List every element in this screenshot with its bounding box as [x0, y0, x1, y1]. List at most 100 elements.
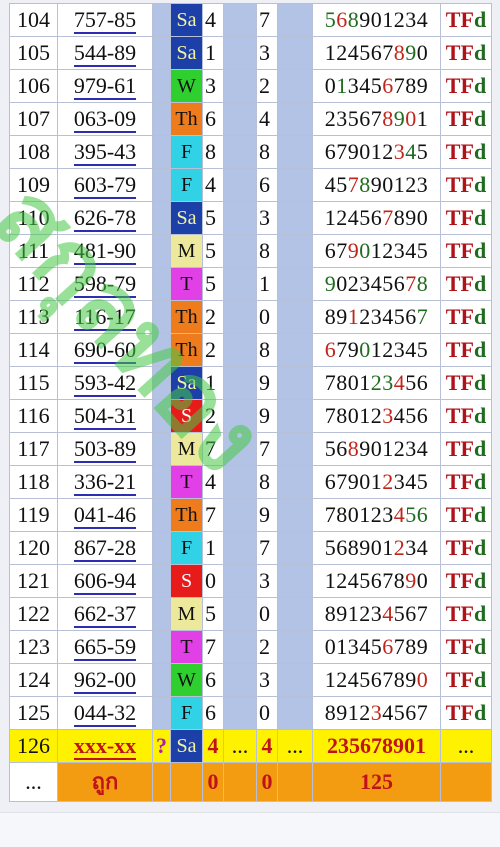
number-text[interactable]: 504-31	[73, 404, 137, 430]
sequence-part: 89	[324, 304, 348, 329]
result-tag: TFd	[440, 663, 492, 697]
digit-a: 3	[202, 69, 224, 103]
spacer-cell	[277, 597, 313, 631]
tag-text: TFd	[445, 469, 487, 494]
number-text[interactable]: 690-60	[73, 338, 137, 364]
number-text[interactable]: 544-89	[73, 41, 137, 67]
number-text[interactable]: 503-89	[73, 437, 137, 463]
number-text[interactable]: 116-17	[74, 305, 136, 331]
number-text[interactable]: 626-78	[73, 206, 137, 232]
number-text[interactable]: 979-61	[73, 74, 137, 100]
sequence-part: 345	[347, 73, 383, 98]
spacer-cell	[152, 135, 171, 169]
row-number: 124	[9, 663, 58, 697]
result-tag: TFd	[440, 36, 492, 70]
digit-sequence: 679012345	[312, 465, 441, 499]
spacer-cell	[223, 564, 257, 598]
sequence-part: 2	[370, 370, 383, 395]
spacer-cell	[223, 663, 257, 697]
number-link[interactable]: 044-32	[57, 696, 153, 730]
result-tag: TFd	[440, 366, 492, 400]
number-link[interactable]: 606-94	[57, 564, 153, 598]
result-tag: TFd	[440, 267, 492, 301]
digit-a: 6	[202, 102, 224, 136]
number-link[interactable]: 593-42	[57, 366, 153, 400]
number-text[interactable]: 603-79	[73, 173, 137, 199]
pending-number-link[interactable]: xxx-xx	[57, 729, 153, 763]
tag-text: TFd	[445, 40, 487, 65]
sequence-part: 3	[382, 370, 394, 395]
number-link[interactable]: 481-90	[57, 234, 153, 268]
digit-b: 2	[256, 630, 278, 664]
spacer-cell	[277, 399, 313, 433]
number-link[interactable]: 336-21	[57, 465, 153, 499]
digit-a: 4	[202, 168, 224, 202]
number-link[interactable]: 690-60	[57, 333, 153, 367]
lottery-table-frame: 104 757-85 Sa 4 7 568901234 TFd 105 544-89 Sa 1 3 12…	[9, 3, 492, 802]
digit-b: 3	[256, 663, 278, 697]
sequence-part: 456	[393, 403, 429, 428]
number-link[interactable]: 603-79	[57, 168, 153, 202]
digit-sequence: 568901234	[312, 3, 441, 37]
number-link[interactable]: 395-43	[57, 135, 153, 169]
number-text[interactable]: 598-79	[73, 272, 137, 298]
number-link[interactable]: 867-28	[57, 531, 153, 565]
tag-text: TFd	[445, 139, 487, 164]
number-text[interactable]: 662-37	[73, 602, 137, 628]
sequence-part: 12456	[324, 205, 383, 230]
spacer-cell	[152, 696, 171, 730]
pending-number[interactable]: xxx-xx	[73, 734, 137, 760]
number-link[interactable]: 504-31	[57, 399, 153, 433]
sequence-part: 9	[405, 40, 417, 65]
number-link[interactable]: 757-85	[57, 3, 153, 37]
sequence-part: 5	[324, 7, 337, 32]
number-link[interactable]: 116-17	[57, 300, 153, 334]
number-text[interactable]: 395-43	[73, 140, 137, 166]
spacer-cell	[277, 630, 313, 664]
number-text[interactable]: 044-32	[73, 701, 137, 727]
number-link[interactable]: 662-37	[57, 597, 153, 631]
row-number: 117	[9, 432, 58, 466]
number-text[interactable]: 665-59	[73, 635, 137, 661]
number-link[interactable]: 962-00	[57, 663, 153, 697]
number-link[interactable]: 626-78	[57, 201, 153, 235]
table-row: 117 503-89 M 7 7 568901234 TFd	[9, 432, 492, 466]
number-text[interactable]: 481-90	[73, 239, 137, 265]
digit-sequence: 013456789	[312, 69, 441, 103]
number-text[interactable]: 041-46	[73, 503, 137, 529]
number-link[interactable]: 041-46	[57, 498, 153, 532]
spacer-cell	[277, 498, 313, 532]
number-link[interactable]: 544-89	[57, 36, 153, 70]
number-link[interactable]: 598-79	[57, 267, 153, 301]
number-text[interactable]: 593-42	[73, 371, 137, 397]
spacer-cell	[223, 531, 257, 565]
number-link[interactable]: 063-09	[57, 102, 153, 136]
pending-row-group: 126 xxx-xx ? Sa 4 ... 4 ... 235678901 ..…	[9, 729, 492, 763]
digit-b: 9	[256, 399, 278, 433]
number-text[interactable]: 063-09	[73, 107, 137, 133]
number-link[interactable]: 503-89	[57, 432, 153, 466]
row-number: 113	[9, 300, 58, 334]
summary-b-count: 0	[256, 762, 278, 802]
sequence-part: 1	[347, 304, 360, 329]
number-text[interactable]: 606-94	[73, 569, 137, 595]
table-row: 116 504-31 S 2 9 780123456 TFd	[9, 399, 492, 433]
spacer-cell	[277, 333, 313, 367]
spacer-cell	[223, 333, 257, 367]
row-number: 122	[9, 597, 58, 631]
table-row: 113 116-17 Th 2 0 891234567 TFd	[9, 300, 492, 334]
number-text[interactable]: 867-28	[73, 536, 137, 562]
sequence-part: 2	[393, 535, 406, 560]
digit-a: 2	[202, 333, 224, 367]
number-text[interactable]: 962-00	[73, 668, 137, 694]
spacer-cell	[152, 465, 171, 499]
number-text[interactable]: 336-21	[73, 470, 137, 496]
day-badge: Th	[170, 498, 203, 532]
sequence-part: 6	[324, 337, 337, 362]
spacer-cell	[277, 69, 313, 103]
number-text[interactable]: 757-85	[73, 8, 137, 34]
number-link[interactable]: 665-59	[57, 630, 153, 664]
number-link[interactable]: 979-61	[57, 69, 153, 103]
digit-sequence: 013456789	[312, 630, 441, 664]
table-row: 112 598-79 T 5 1 902345678 TFd	[9, 267, 492, 301]
